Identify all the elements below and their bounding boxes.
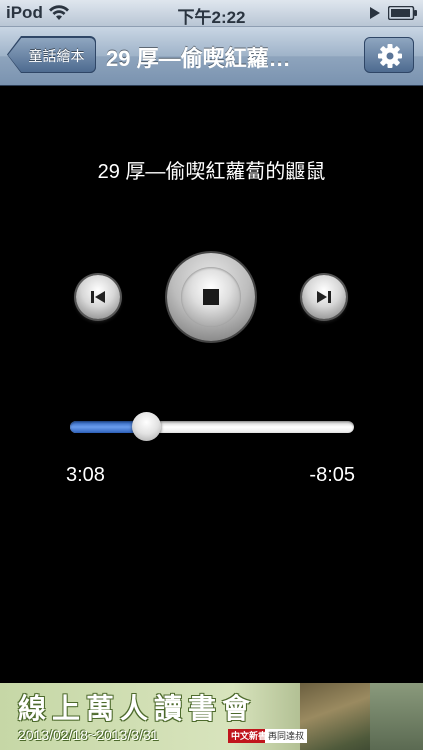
settings-button[interactable] [364,37,414,73]
elapsed-time: 3:08 [66,464,105,486]
ad-artwork [300,683,423,750]
ad-brand-secondary: 再同達叔 [265,729,308,743]
remaining-time: -8:05 [309,464,355,486]
status-bar: iPod 下午2:22 [0,0,423,27]
ad-headline: 線上萬人讀書會 [18,692,257,725]
battery-icon [388,6,417,20]
next-button[interactable] [302,275,346,319]
ad-dates: 2013/02/18~2013/3/31 [18,727,159,743]
stop-icon [203,289,219,305]
ad-brand-logo: 中文新書 [228,729,271,743]
stop-button[interactable] [181,267,241,327]
next-icon [317,291,331,303]
previous-button[interactable] [76,275,120,319]
ad-banner[interactable]: 線上萬人讀書會 2013/02/18~2013/3/31 中文新書 再同達叔 [0,683,423,750]
progress-thumb[interactable] [132,412,162,441]
gear-icon [378,44,402,68]
play-state-icon [370,7,380,19]
navigation-bar: 童話繪本 29 厚—偷喫紅蘿… [0,27,423,86]
track-title: 29 厚—偷喫紅蘿蔔的鼴鼠 [97,161,326,183]
status-time: 下午2:22 [177,8,246,27]
previous-icon [91,291,105,303]
back-button[interactable]: 童話繪本 [8,37,96,73]
page-title: 29 厚—偷喫紅蘿… [106,46,291,71]
